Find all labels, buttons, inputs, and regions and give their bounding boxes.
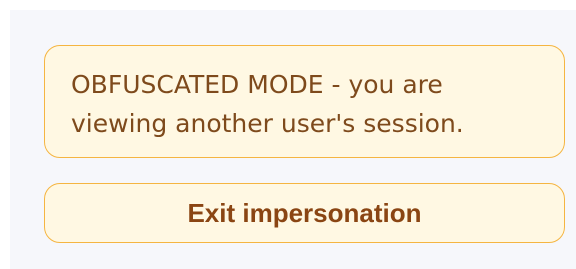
impersonation-notice: OBFUSCATED MODE - you are viewing anothe… — [44, 45, 565, 158]
impersonation-panel: OBFUSCATED MODE - you are viewing anothe… — [10, 10, 576, 269]
exit-impersonation-button[interactable]: Exit impersonation — [44, 183, 565, 243]
exit-impersonation-label: Exit impersonation — [187, 197, 422, 228]
impersonation-notice-text: OBFUSCATED MODE - you are viewing anothe… — [71, 70, 464, 138]
